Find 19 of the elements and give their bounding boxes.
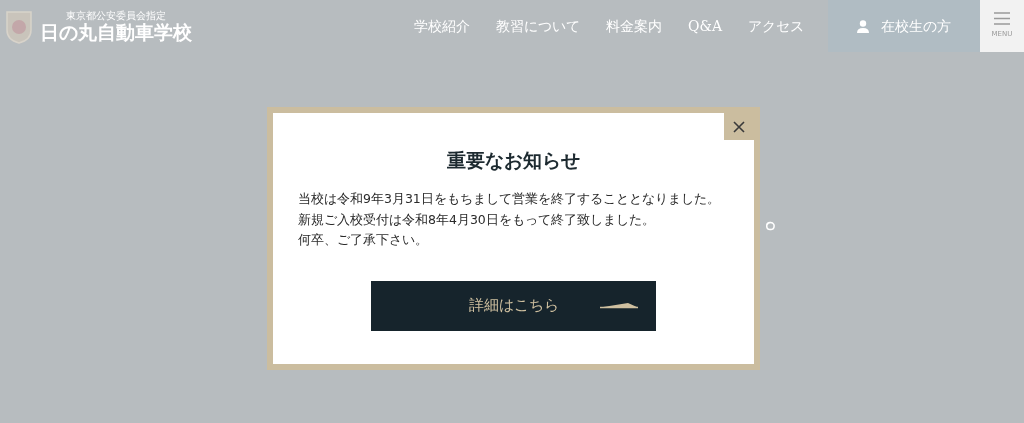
nav-link[interactable]: 学校紹介 [413, 15, 470, 37]
nav-link[interactable]: 料金案内 [605, 15, 662, 37]
notice-text: 何卒、ご了承下さい。 [298, 231, 429, 249]
person-icon [857, 19, 869, 33]
notice-text: 新規ご入校受付は令和8年4月30日をもって終了致しました。 [298, 210, 656, 229]
dialog-title: 重要なお知らせ [447, 148, 580, 173]
arrow-icon [600, 301, 638, 309]
close-icon [733, 120, 745, 133]
menu-icon [994, 12, 1010, 26]
school-emblem-icon [4, 8, 34, 44]
logo-name[interactable]: 日の丸自動車学校 [40, 20, 192, 43]
logo-caption: 東京都公安委員会指定 [66, 9, 166, 21]
nav-link[interactable]: 教習について [495, 15, 580, 37]
details-button[interactable]: 詳細はこちら [371, 280, 656, 331]
student-link[interactable]: 在校生の方 [828, 0, 980, 52]
nav-link[interactable]: Q&A [687, 15, 722, 37]
hero-heading: 。 [762, 192, 802, 232]
notice-text: 当校は令和9年3月31日をもちまして営業を終了することとなりました。 [298, 190, 720, 208]
nav-link[interactable]: アクセス [748, 15, 804, 37]
